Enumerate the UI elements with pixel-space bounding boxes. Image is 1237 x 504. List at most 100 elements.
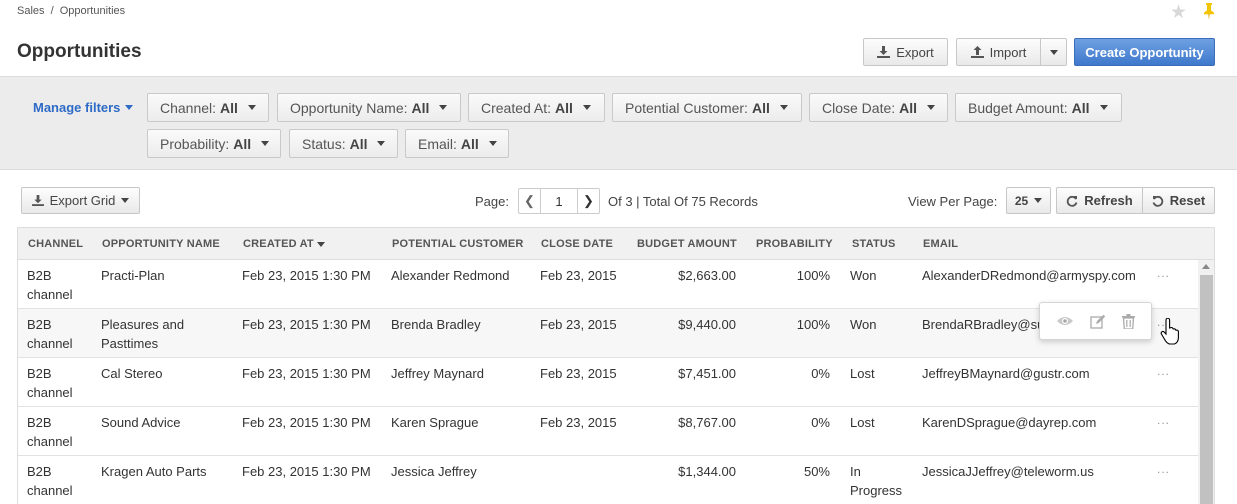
upload-icon [970,46,984,58]
filter-name: Email: [418,135,457,152]
pin-icon[interactable] [1201,2,1217,20]
filter-name: Potential Customer: [625,99,748,116]
download-icon [877,46,891,58]
chevron-down-icon [1099,105,1108,110]
table-row[interactable]: B2B channel Practi-Plan Feb 23, 2015 1:3… [18,260,1198,309]
refresh-label: Refresh [1084,193,1133,208]
cell-probability: 100% [796,317,830,332]
per-page-select[interactable]: 25 [1006,187,1051,214]
chevron-down-icon [247,105,256,110]
breadcrumb-parent[interactable]: Sales [17,5,45,17]
filter-value: All [1071,99,1090,116]
filter-value: All [751,99,770,116]
prev-page-icon[interactable]: ❮ [519,189,540,213]
column-header-label: CREATED AT [243,238,314,250]
column-header-budget-amount[interactable]: BUDGET AMOUNT [637,238,737,250]
reset-button[interactable]: Reset [1142,187,1215,214]
favorite-star-icon[interactable]: ★ [1170,1,1187,24]
import-button[interactable]: Import [956,38,1041,66]
filter-value: All [233,135,252,152]
per-page-value: 25 [1014,193,1029,208]
filter-name: Probability: [160,135,230,152]
filter-channel[interactable]: Channel: All [147,93,269,122]
column-header-created-at[interactable]: CREATED AT [243,238,325,250]
row-actions-button[interactable]: ... [1157,266,1170,280]
page-summary: Of 3 | Total Of 75 Records [608,194,758,209]
table-row[interactable]: B2B channel Kragen Auto Parts Feb 23, 20… [18,456,1198,504]
filter-close-date[interactable]: Close Date: All [809,93,948,122]
edit-pencil-icon[interactable] [1090,314,1106,329]
cell-probability: 0% [811,366,830,381]
filter-status[interactable]: Status: All [289,129,398,158]
refresh-button[interactable]: Refresh [1056,187,1143,214]
chevron-down-icon [377,141,386,146]
filter-value: All [220,99,238,116]
create-opportunity-button[interactable]: Create Opportunity [1074,38,1215,66]
import-label: Import [989,44,1027,60]
cell-budget-amount: $9,440.00 [678,317,736,332]
filter-potential-customer[interactable]: Potential Customer: All [612,93,802,122]
filter-bar: Manage filters Channel: All Opportunity N… [0,76,1237,170]
column-header-status[interactable]: STATUS [852,238,896,250]
cell-potential-customer: Alexander Redmond [391,268,510,283]
cell-close-date: Feb 23, 2015 [540,366,617,381]
cell-probability: 100% [796,268,830,283]
breadcrumb-separator: / [50,5,54,17]
import-dropdown-toggle[interactable] [1040,38,1067,66]
row-actions-button[interactable]: ... [1157,462,1170,476]
create-opportunity-label: Create Opportunity [1085,44,1204,60]
view-eye-icon[interactable] [1056,315,1074,327]
cell-opportunity-name: Sound Advice [101,415,181,430]
cell-created-at: Feb 23, 2015 1:30 PM [242,366,371,381]
view-per-page-label: View Per Page: [908,194,998,209]
row-actions-button[interactable]: ... [1157,413,1170,427]
cell-status: Won [850,317,877,332]
table-row[interactable]: B2B channel Cal Stereo Feb 23, 2015 1:30… [18,358,1198,407]
filter-created-at[interactable]: Created At: All [468,93,605,122]
column-header-channel[interactable]: CHANNEL [28,238,83,250]
sort-desc-icon [316,241,325,247]
cell-status: Won [850,268,877,283]
column-header-email[interactable]: EMAIL [923,238,958,250]
chevron-down-icon [582,105,591,110]
cell-email: KarenDSprague@dayrep.com [922,415,1097,430]
scroll-up-icon[interactable] [1202,264,1210,269]
column-header-opportunity-name[interactable]: OPPORTUNITY NAME [102,238,220,250]
chevron-down-icon [125,105,134,110]
chevron-down-icon [1049,49,1058,55]
delete-trash-icon[interactable] [1122,313,1135,329]
filter-probability[interactable]: Probability: All [147,129,281,158]
cell-opportunity-name: Practi-Plan [101,268,165,283]
cell-channel: B2B channel [27,415,73,449]
manage-filters-button[interactable]: Manage filters [33,100,134,115]
cell-budget-amount: $2,663.00 [678,268,736,283]
row-actions-button[interactable]: ... [1157,364,1170,378]
cell-potential-customer: Karen Sprague [391,415,479,430]
next-page-icon[interactable]: ❯ [578,189,599,213]
column-header-probability[interactable]: PROBABILITY [756,238,833,250]
reset-icon [1152,195,1163,207]
filter-opportunity-name[interactable]: Opportunity Name: All [277,93,461,122]
cell-close-date: Feb 23, 2015 [540,268,617,283]
column-header-close-date[interactable]: CLOSE DATE [541,238,613,250]
cell-opportunity-name: Cal Stereo [101,366,163,381]
filter-email[interactable]: Email: All [405,129,509,158]
export-button[interactable]: Export [863,38,948,66]
page-number-input[interactable]: 1 [540,189,578,213]
cell-email: JessicaJJeffrey@teleworm.us [922,464,1094,479]
filter-value: All [899,99,918,116]
cell-status: In Progress [850,464,903,498]
export-grid-button[interactable]: Export Grid [21,187,140,214]
cell-created-at: Feb 23, 2015 1:30 PM [242,464,371,479]
scrollbar-thumb[interactable] [1200,275,1213,504]
filter-name: Status: [302,135,346,152]
table-row[interactable]: B2B channel Pleasures and Pasttimes Feb … [18,309,1198,358]
chevron-down-icon [779,105,788,110]
column-header-potential-customer[interactable]: POTENTIAL CUSTOMER [392,238,524,250]
cell-potential-customer: Jessica Jeffrey [391,464,477,479]
table-row[interactable]: B2B channel Sound Advice Feb 23, 2015 1:… [18,407,1198,456]
opportunities-grid: CHANNEL OPPORTUNITY NAME CREATED AT POTE… [17,227,1215,504]
filter-budget-amount[interactable]: Budget Amount: All [955,93,1122,122]
row-actions-popover [1039,302,1152,340]
page-label: Page: [475,194,509,209]
